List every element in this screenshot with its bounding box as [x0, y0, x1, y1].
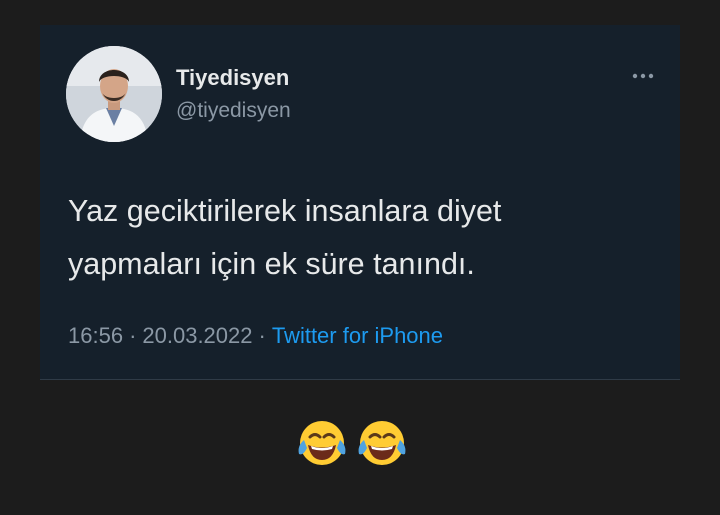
face-with-tears-of-joy-icon: [355, 418, 409, 468]
tweet-meta: 16:56 · 20.03.2022 · Twitter for iPhone: [68, 323, 443, 349]
meta-separator: ·: [129, 323, 137, 348]
tweet-divider: [40, 379, 680, 380]
face-with-tears-of-joy-icon: [295, 418, 349, 468]
tweet-time[interactable]: 16:56: [68, 323, 123, 348]
user-handle[interactable]: @tiyedisyen: [176, 99, 291, 123]
display-name[interactable]: Tiyedisyen: [176, 65, 289, 91]
meta-separator: ·: [258, 323, 266, 348]
tweet-source-link[interactable]: Twitter for iPhone: [272, 323, 443, 348]
emoji-caption: [295, 418, 409, 468]
more-options-button[interactable]: [628, 67, 658, 85]
tweet-text-line-2: yapmaları için ek süre tanındı.: [68, 247, 475, 281]
tweet-date[interactable]: 20.03.2022: [142, 323, 252, 348]
tweet-text: Yaz geciktirilerek insanlara diyet yapma…: [68, 185, 658, 291]
more-horizontal-icon: [632, 73, 654, 79]
avatar-photo: [66, 46, 162, 142]
tweet-card: Tiyedisyen @tiyedisyen Yaz geciktirilere…: [40, 25, 680, 380]
avatar[interactable]: [66, 46, 162, 142]
screenshot-page: Tiyedisyen @tiyedisyen Yaz geciktirilere…: [0, 0, 720, 515]
tweet-text-line-1: Yaz geciktirilerek insanlara diyet: [68, 194, 502, 228]
